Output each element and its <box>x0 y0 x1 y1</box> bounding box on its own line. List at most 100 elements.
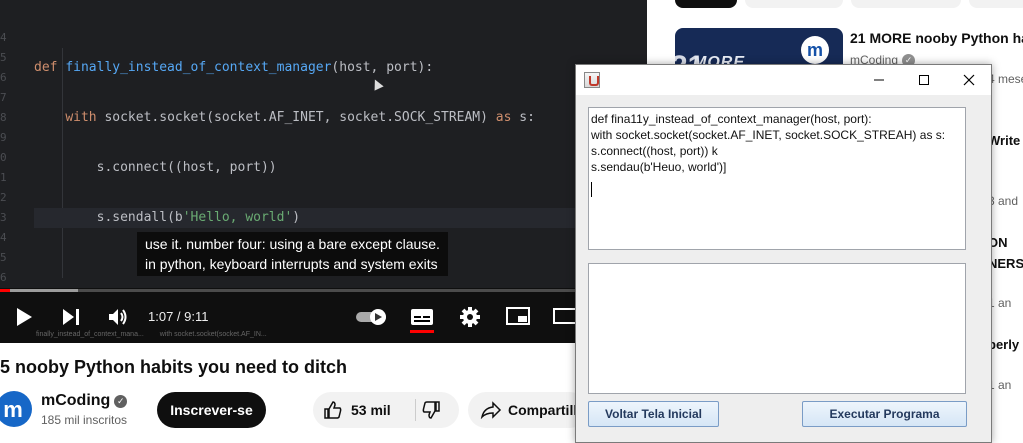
progress-loaded <box>0 289 78 292</box>
channel-name[interactable]: mCoding ✓ <box>41 392 128 410</box>
share-icon <box>480 401 502 419</box>
run-program-button[interactable]: Executar Programa <box>802 401 967 427</box>
input-line: s.connect((host, port)) k <box>591 144 718 158</box>
miniplayer-icon[interactable] <box>506 306 530 331</box>
recommendation-meta: 3 and <box>988 194 1019 208</box>
thumbs-down-icon <box>422 401 440 419</box>
java-app-window: def fina11y_instead_of_context_manager(h… <box>575 64 992 443</box>
like-count: 53 mil <box>351 402 391 418</box>
line-number: 4 <box>0 231 7 244</box>
like-dislike-group: 53 mil <box>313 392 459 428</box>
recommendation-title[interactable]: NERS <box>988 256 1023 271</box>
recommendation-meta: 4 meses <box>988 72 1023 86</box>
code-keyword: def <box>34 60 66 75</box>
theater-mode-icon[interactable] <box>553 306 577 331</box>
code-line: def finally_instead_of_context_manager(h… <box>34 58 647 78</box>
back-to-home-button[interactable]: Voltar Tela Inicial <box>588 401 719 427</box>
close-button[interactable] <box>946 65 992 95</box>
subtitles-icon[interactable] <box>410 308 434 339</box>
filter-chip[interactable] <box>745 0 843 8</box>
thumbs-up-icon <box>324 401 342 419</box>
code-string: 'Hello, world' <box>182 210 293 225</box>
maximize-button[interactable] <box>901 65 947 95</box>
output-textarea[interactable] <box>588 263 966 394</box>
code-keyword: with <box>65 110 105 125</box>
maximize-icon <box>919 75 929 85</box>
close-icon <box>963 74 975 86</box>
subtitle-caption: use it. number four: using a bare except… <box>137 232 448 276</box>
chapter-label: finally_instead_of_context_mana... <box>36 331 144 338</box>
java-cup-icon <box>584 72 600 88</box>
channel-name-text[interactable]: mCoding <box>41 392 110 409</box>
line-number: 6 <box>0 71 7 84</box>
caption-line: in python, keyboard interrupts and syste… <box>145 256 438 272</box>
channel-avatar[interactable]: m <box>0 389 32 429</box>
code-input-textarea[interactable]: def fina11y_instead_of_context_manager(h… <box>588 107 966 250</box>
share-label: Compartilh <box>508 402 582 418</box>
subscribe-button[interactable]: Inscrever-se <box>157 392 266 428</box>
code-keyword: as <box>495 110 520 125</box>
video-player[interactable]: 4 5 6 7 8 9 0 1 2 3 4 5 6 def finally_in… <box>0 0 647 343</box>
progress-bar[interactable] <box>0 289 647 292</box>
input-line: with socket.socket(socket.AF_INET, socke… <box>591 128 946 142</box>
minimize-button[interactable] <box>856 65 902 95</box>
time-display: 1:07 / 9:11 <box>148 309 209 324</box>
line-number: 6 <box>0 271 7 284</box>
mcoding-logo-icon: m <box>801 36 829 64</box>
code-function-name: finally_instead_of_context_manager <box>65 60 332 75</box>
line-number: 9 <box>0 131 7 144</box>
caption-line: use it. number four: using a bare except… <box>145 236 440 252</box>
input-line: s.sendau(b'Heuo, world')] <box>591 160 727 174</box>
line-number: 4 <box>0 31 7 44</box>
recommendation-title[interactable]: 21 MORE nooby Python habi <box>850 30 1023 46</box>
subscriber-count: 185 mil inscritos <box>41 413 128 427</box>
recommendation-title[interactable]: perly <box>988 337 1019 352</box>
code-block: def finally_instead_of_context_manager(h… <box>34 28 647 258</box>
filter-chip[interactable] <box>851 0 961 8</box>
input-line: def fina11y_instead_of_context_manager(h… <box>591 112 872 126</box>
code-line: with socket.socket(socket.AF_INET, socke… <box>34 108 647 128</box>
autoplay-toggle-icon[interactable] <box>355 308 389 331</box>
line-number: 5 <box>0 251 7 264</box>
code-text: s: <box>519 110 535 125</box>
line-number: 5 <box>0 51 7 64</box>
line-number: 1 <box>0 171 7 184</box>
dislike-button[interactable] <box>421 400 441 425</box>
video-title: 5 nooby Python habits you need to ditch <box>0 357 348 377</box>
share-button[interactable]: Compartilh <box>468 392 588 428</box>
like-button[interactable]: 53 mil <box>323 400 391 420</box>
filter-chip-active[interactable] <box>675 0 737 8</box>
chapter-label: with socket.socket(socket.AF_IN... <box>159 331 267 338</box>
like-divider <box>415 399 416 421</box>
line-number: 3 <box>0 211 7 224</box>
next-icon[interactable] <box>61 306 81 333</box>
recommendation-title[interactable]: Write <box>988 133 1020 148</box>
progress-played <box>0 289 10 292</box>
minimize-icon <box>874 79 884 81</box>
code-line-current: s.sendall(b'Hello, world') <box>34 208 647 228</box>
line-number: 8 <box>0 111 7 124</box>
window-titlebar[interactable] <box>576 65 991 95</box>
code-text: ) <box>292 210 301 225</box>
code-text: socket.socket(socket.AF_INET, socket.SOC… <box>104 110 496 125</box>
filter-chip[interactable] <box>969 0 1023 8</box>
code-text: s.connect((host, port)) <box>96 160 277 175</box>
code-text: (host, port): <box>331 60 434 75</box>
code-text: s.sendall(b <box>96 210 183 225</box>
screen: 4 5 6 7 8 9 0 1 2 3 4 5 6 def finally_in… <box>0 0 1023 443</box>
volume-icon[interactable] <box>107 306 129 333</box>
chapter-labels: finally_instead_of_context_mana... with … <box>36 331 267 338</box>
line-number: 2 <box>0 191 7 204</box>
line-number: 0 <box>0 151 7 164</box>
play-icon[interactable] <box>14 306 34 333</box>
line-number: 7 <box>0 91 7 104</box>
code-line: s.connect((host, port)) <box>34 158 647 178</box>
text-caret <box>591 182 592 197</box>
settings-gear-icon[interactable] <box>459 306 481 333</box>
verified-check-icon: ✓ <box>114 395 128 408</box>
line-number-gutter: 4 5 6 7 8 9 0 1 2 3 4 5 6 <box>0 28 14 288</box>
svg-text:m: m <box>3 397 23 422</box>
